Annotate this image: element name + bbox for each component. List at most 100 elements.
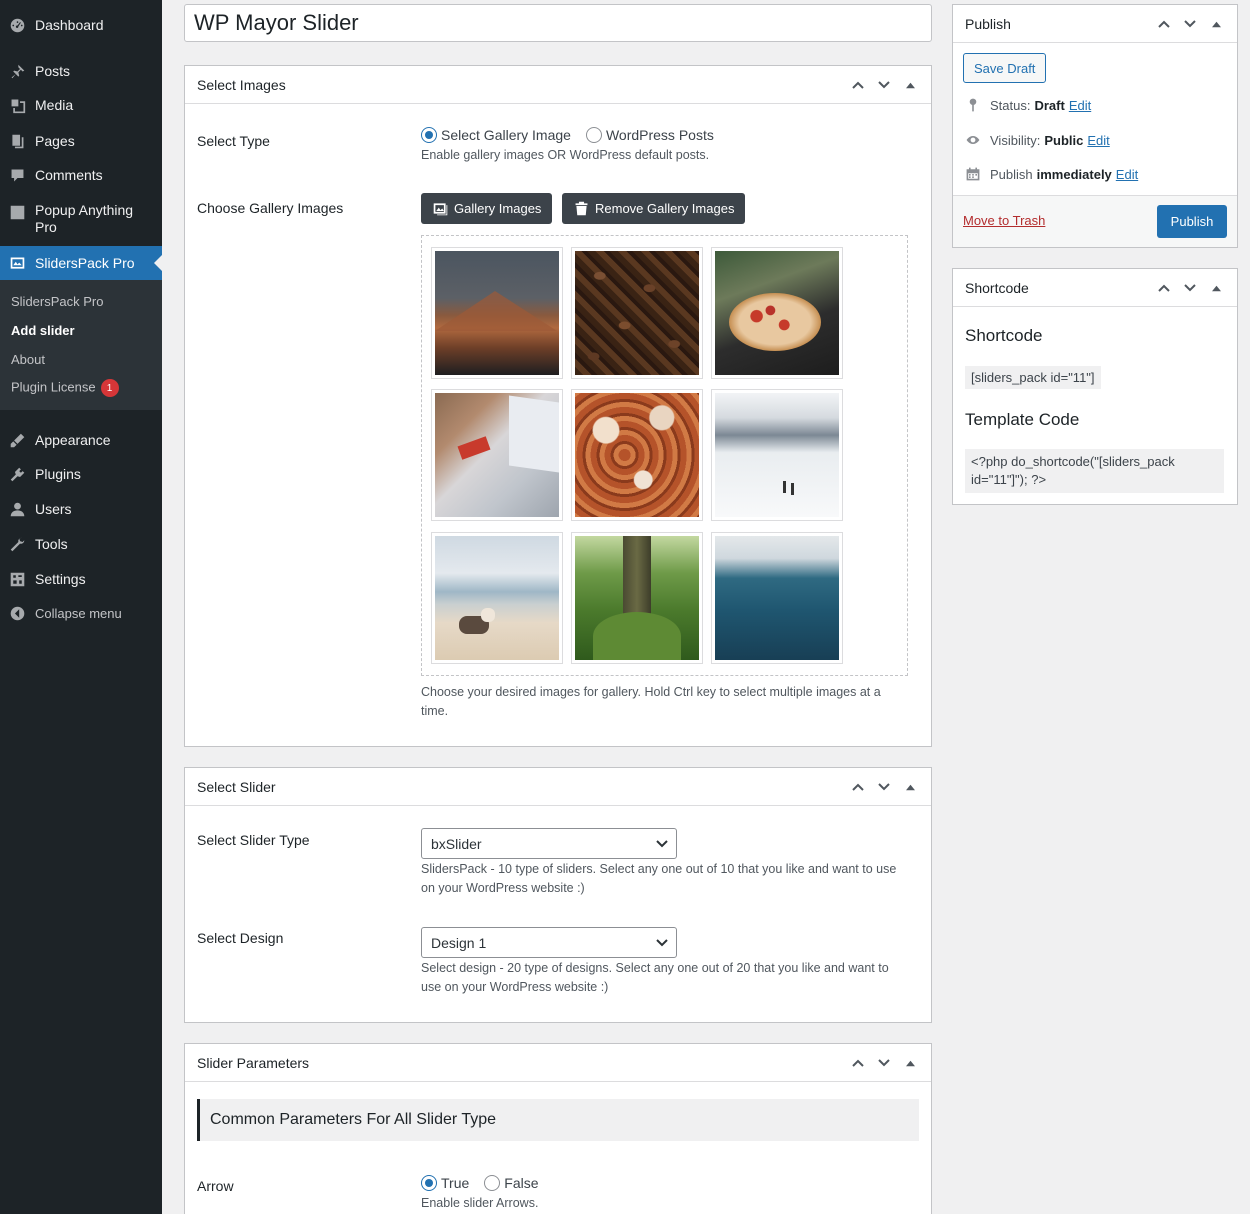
move-down-icon[interactable]: [871, 774, 897, 800]
plugins-icon: [8, 465, 26, 483]
radio-gallery-image[interactable]: Select Gallery Image: [421, 127, 571, 143]
menu-posts-label: Posts: [35, 63, 71, 79]
design-description: Select design - 20 type of designs. Sele…: [421, 961, 889, 994]
select-slider-title: Select Slider: [197, 778, 276, 795]
submenu-plugin-license[interactable]: Plugin License 1: [11, 379, 119, 397]
gallery-thumb[interactable]: [711, 532, 843, 664]
laptop-card-photo: [435, 393, 559, 517]
gallery-description: Choose your desired images for gallery. …: [421, 685, 881, 718]
ocean-photo: [715, 536, 839, 660]
arrow-description: Enable slider Arrows.: [421, 1196, 539, 1210]
remove-gallery-images-button[interactable]: Remove Gallery Images: [562, 193, 746, 224]
gallery-thumb[interactable]: [571, 389, 703, 521]
slider-type-value: bxSlider: [431, 835, 482, 852]
gallery-images-button[interactable]: Gallery Images: [421, 193, 553, 224]
post-title-input[interactable]: WP Mayor Slider: [184, 4, 932, 42]
collapse-menu[interactable]: Collapse menu: [0, 598, 162, 628]
select-type-radios: Select Gallery Image WordPress Posts: [421, 127, 714, 143]
gallery-thumb[interactable]: [711, 389, 843, 521]
select-slider-header: Select Slider: [185, 768, 931, 806]
arrow-label: Arrow: [197, 1178, 234, 1194]
move-down-icon[interactable]: [1177, 275, 1203, 301]
submenu-sliderspack-pro[interactable]: SlidersPack Pro: [11, 294, 103, 309]
move-up-icon[interactable]: [1151, 275, 1177, 301]
move-up-icon[interactable]: [845, 72, 871, 98]
snow-slope-photo: [715, 393, 839, 517]
gallery-thumb[interactable]: [571, 532, 703, 664]
collapse-icon: [8, 604, 26, 622]
menu-posts[interactable]: Posts: [0, 56, 162, 86]
edit-status-link[interactable]: Edit: [1069, 98, 1091, 113]
radio-arrow-false[interactable]: False: [484, 1175, 539, 1191]
visibility-value: Public: [1044, 132, 1084, 148]
beach-dog-photo: [435, 536, 559, 660]
menu-media[interactable]: Media: [0, 90, 162, 120]
autumn-leaves-photo: [575, 393, 699, 517]
move-to-trash-link[interactable]: Move to Trash: [963, 213, 1045, 228]
radio-unselected-indicator: [585, 127, 602, 143]
collapse-menu-label: Collapse menu: [35, 605, 122, 621]
visibility-label: Visibility:: [990, 132, 1041, 148]
move-down-icon[interactable]: [871, 72, 897, 98]
template-code-value[interactable]: <?php do_shortcode("[sliders_pack id="11…: [965, 449, 1224, 493]
gallery-thumb[interactable]: [431, 247, 563, 379]
gallery-thumb[interactable]: [431, 389, 563, 521]
publish-time-line: Publish immediately Edit: [965, 166, 1138, 182]
menu-plugins[interactable]: Plugins: [0, 459, 162, 489]
menu-dashboard[interactable]: Dashboard: [0, 10, 162, 40]
settings-icon: [8, 570, 26, 588]
move-up-icon[interactable]: [1151, 11, 1177, 37]
slider-type-select[interactable]: bxSlider: [421, 828, 677, 859]
common-parameters-heading: Common Parameters For All Slider Type: [197, 1099, 919, 1141]
toggle-panel-icon[interactable]: [897, 774, 923, 800]
sliderspack-icon: [8, 254, 26, 272]
gallery-thumb[interactable]: [431, 532, 563, 664]
shortcode-value[interactable]: [sliders_pack id="11"]: [965, 366, 1101, 389]
menu-popup-anything[interactable]: Popup Anything Pro: [0, 202, 162, 242]
radio-arrow-true[interactable]: True: [421, 1175, 469, 1191]
gallery-thumb[interactable]: [571, 247, 703, 379]
menu-pages[interactable]: Pages: [0, 126, 162, 156]
save-draft-button[interactable]: Save Draft: [963, 53, 1047, 83]
move-up-icon[interactable]: [845, 774, 871, 800]
menu-users-label: Users: [35, 501, 72, 517]
menu-tools[interactable]: Tools: [0, 529, 162, 559]
radio-true-label: True: [441, 1175, 470, 1191]
toggle-panel-icon[interactable]: [1203, 275, 1229, 301]
chevron-down-icon: [656, 840, 668, 848]
radio-wordpress-posts[interactable]: WordPress Posts: [585, 127, 714, 143]
sliderspack-submenu: SlidersPack Pro Add slider About Plugin …: [0, 280, 162, 410]
move-down-icon[interactable]: [1177, 11, 1203, 37]
move-up-icon[interactable]: [845, 1050, 871, 1076]
admin-sidebar: Dashboard Posts Media Pages Comments Pop…: [0, 0, 162, 1214]
publish-time-value: immediately: [1036, 166, 1112, 182]
menu-appearance-label: Appearance: [35, 432, 111, 448]
menu-users[interactable]: Users: [0, 494, 162, 524]
slider-type-label: Select Slider Type: [197, 832, 310, 848]
move-down-icon[interactable]: [871, 1050, 897, 1076]
toggle-panel-icon[interactable]: [1203, 11, 1229, 37]
menu-settings[interactable]: Settings: [0, 564, 162, 594]
remove-gallery-button-label: Remove Gallery Images: [595, 201, 735, 216]
publish-button[interactable]: Publish: [1157, 205, 1227, 238]
menu-appearance[interactable]: Appearance: [0, 425, 162, 455]
menu-comments[interactable]: Comments: [0, 160, 162, 190]
gallery-images-button-label: Gallery Images: [454, 201, 542, 216]
edit-visibility-link[interactable]: Edit: [1087, 133, 1109, 148]
gallery-thumb[interactable]: [711, 247, 843, 379]
toggle-panel-icon[interactable]: [897, 72, 923, 98]
submenu-add-slider[interactable]: Add slider: [11, 323, 75, 338]
shortcode-box: Shortcode Shortcode [sliders_pack id="11…: [952, 268, 1238, 505]
design-select[interactable]: Design 1: [421, 927, 677, 958]
menu-media-label: Media: [35, 97, 74, 113]
coffee-beans-photo: [575, 251, 699, 375]
edit-publish-time-link[interactable]: Edit: [1116, 167, 1138, 182]
calendar-icon: [966, 167, 980, 181]
pizza-photo: [715, 251, 839, 375]
visibility-line: Visibility: Public Edit: [965, 132, 1110, 148]
popup-icon: [8, 203, 26, 221]
menu-sliderspack-pro[interactable]: SlidersPack Pro: [0, 246, 162, 280]
toggle-panel-icon[interactable]: [897, 1050, 923, 1076]
submenu-about[interactable]: About: [11, 352, 45, 367]
license-count-badge: 1: [100, 379, 119, 397]
